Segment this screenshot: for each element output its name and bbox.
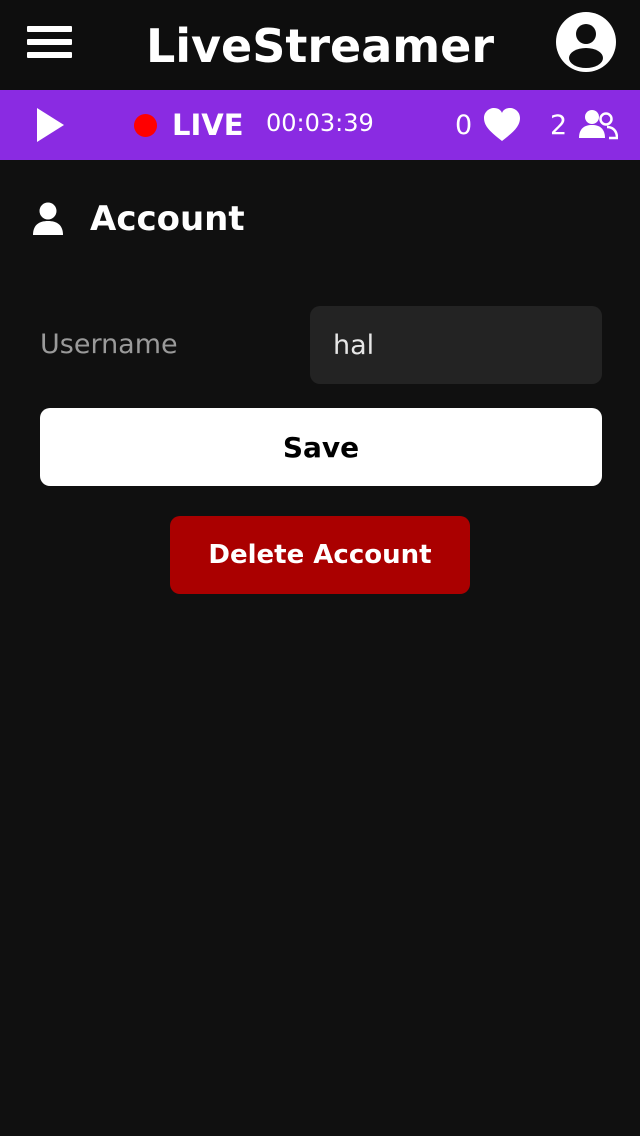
users-icon [578,109,619,141]
app-title: LiveStreamer [145,19,495,73]
top-navigation-bar: LiveStreamer [0,0,640,90]
recording-dot-icon [134,114,157,137]
user-icon [33,202,63,236]
heart-icon[interactable] [483,107,521,143]
likes-count: 0 [455,110,473,141]
save-button[interactable]: Save [40,408,602,486]
username-input[interactable] [310,306,602,384]
play-icon[interactable] [36,107,66,143]
delete-account-button[interactable]: Delete Account [170,516,470,594]
stream-timer: 00:03:39 [266,109,374,137]
viewers-count: 2 [550,110,568,141]
live-status-label: LIVE [172,108,244,142]
username-label: Username [40,329,178,360]
user-circle-icon[interactable] [556,12,616,72]
page-title: Account [90,199,245,239]
